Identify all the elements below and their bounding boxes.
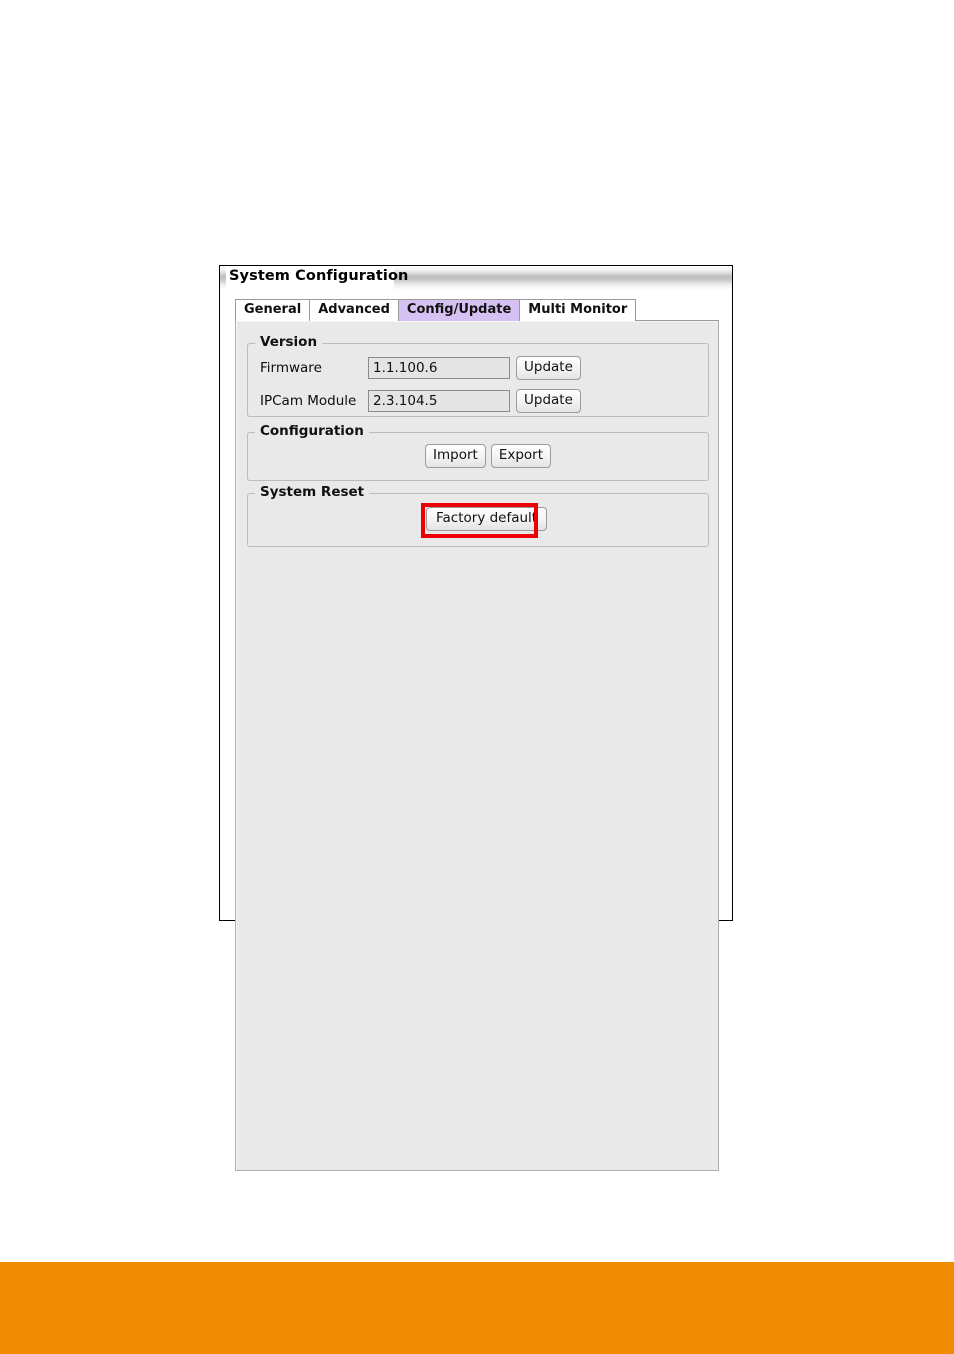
dialog-titlebar: System Configuration: [220, 266, 732, 290]
tab-advanced[interactable]: Advanced: [309, 299, 398, 321]
system-reset-group: System Reset Factory default: [247, 484, 709, 547]
firmware-version-field: 1.1.100.6: [368, 357, 510, 379]
ipcam-module-version-field: 2.3.104.5: [368, 390, 510, 412]
firmware-label: Firmware: [260, 360, 322, 376]
config-update-panel: Version Firmware 1.1.100.6 Update IPCam …: [235, 320, 719, 1171]
tab-multi-monitor[interactable]: Multi Monitor: [520, 299, 637, 321]
export-button[interactable]: Export: [490, 444, 552, 468]
configuration-group: Configuration Import Export: [247, 423, 709, 481]
ipcam-module-label: IPCam Module: [260, 393, 357, 409]
version-group: Version Firmware 1.1.100.6 Update IPCam …: [247, 334, 709, 417]
tab-strip-container: General Advanced Config/Update Multi Mon…: [235, 299, 719, 321]
configuration-buttons-row: Import Export: [425, 444, 552, 468]
tab-general[interactable]: General: [235, 299, 310, 321]
dialog-title: System Configuration: [229, 268, 409, 284]
system-reset-group-title: System Reset: [255, 484, 370, 500]
tab-multi-monitor-label: Multi Monitor: [528, 302, 628, 317]
system-reset-buttons-row: Factory default: [426, 507, 548, 531]
firmware-row: Firmware 1.1.100.6 Update: [260, 356, 581, 380]
firmware-update-button[interactable]: Update: [516, 356, 581, 380]
page-footer-bar: [0, 1262, 954, 1354]
tab-config-update[interactable]: Config/Update: [397, 299, 521, 321]
system-configuration-dialog: System Configuration General Advanced Co…: [219, 265, 733, 1171]
configuration-group-title: Configuration: [255, 423, 369, 439]
tab-config-update-label: Config/Update: [406, 302, 512, 317]
import-button[interactable]: Import: [425, 444, 486, 468]
tab-advanced-label: Advanced: [318, 302, 390, 317]
tab-general-label: General: [244, 302, 302, 317]
tab-strip: General Advanced Config/Update Multi Mon…: [235, 299, 719, 321]
ipcam-module-row: IPCam Module 2.3.104.5 Update: [260, 389, 581, 413]
version-group-title: Version: [255, 334, 323, 350]
factory-default-button[interactable]: Factory default: [426, 507, 548, 531]
ipcam-module-update-button[interactable]: Update: [516, 389, 581, 413]
